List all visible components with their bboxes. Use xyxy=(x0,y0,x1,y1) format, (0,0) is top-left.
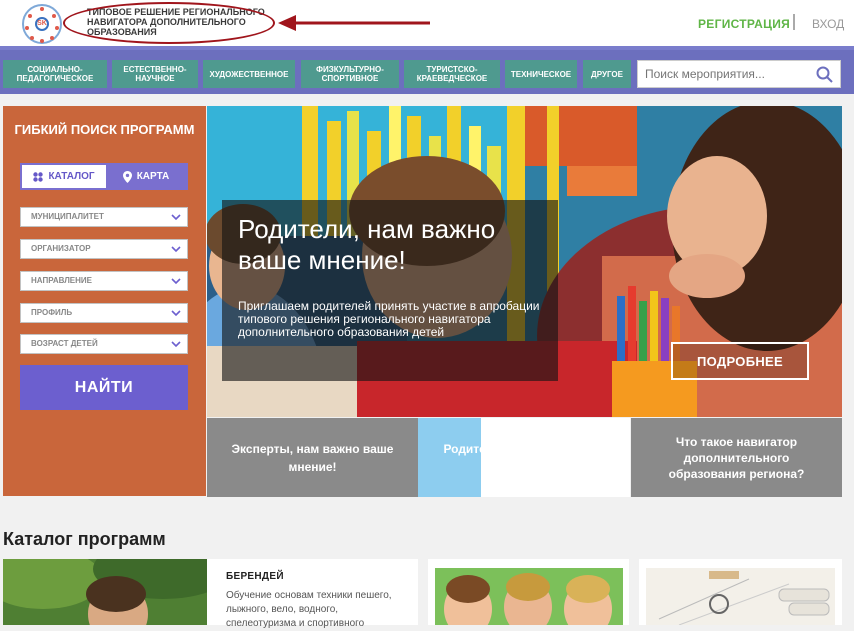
login-link[interactable]: ВХОД xyxy=(812,17,844,31)
tab-catalog[interactable]: КАТАЛОГ xyxy=(22,165,106,188)
logo-dot xyxy=(55,26,59,30)
organizer-label: ОРГАНИЗАТОР xyxy=(31,244,91,253)
logo-dot xyxy=(25,26,29,30)
hero-text: Приглашаем родителей принять участие в а… xyxy=(238,299,540,339)
annotation-oval xyxy=(63,2,275,44)
age-select[interactable]: ВОЗРАСТ ДЕТЕЙ xyxy=(20,334,188,354)
logo-dot xyxy=(28,14,32,18)
header-divider xyxy=(793,14,795,30)
profile-select[interactable]: ПРОФИЛЬ xyxy=(20,303,188,323)
more-button[interactable]: ПОДРОБНЕЕ xyxy=(671,342,809,380)
nav-item-technical[interactable]: ТЕХНИЧЕСКОЕ xyxy=(505,60,577,88)
chevron-down-icon xyxy=(171,310,181,317)
nav-item-science[interactable]: ЕСТЕСТВЕННО-НАУЧНОЕ xyxy=(112,60,198,88)
event-search xyxy=(637,60,841,88)
map-pin-icon xyxy=(122,170,132,183)
find-button[interactable]: НАЙТИ xyxy=(20,365,188,410)
site-header: SK ТИПОВОЕ РЕШЕНИЕ РЕГИОНАЛЬНОГО НАВИГАТ… xyxy=(0,0,854,46)
nav-item-other[interactable]: ДРУГОЕ xyxy=(583,60,631,88)
program-card-image xyxy=(428,559,629,625)
flexible-search-panel: ГИБКИЙ ПОИСК ПРОГРАММ КАТАЛОГ КАРТА МУНИ… xyxy=(3,106,206,496)
chevron-down-icon xyxy=(171,214,181,221)
tile-parents[interactable]: Родители, нам важно ваше мнение! xyxy=(418,418,630,497)
nav-item-social[interactable]: СОЦИАЛЬНО-ПЕДАГОГИЧЕСКОЕ xyxy=(3,60,107,88)
register-link[interactable]: РЕГИСТРАЦИЯ xyxy=(698,17,790,31)
nav-item-art[interactable]: ХУДОЖЕСТВЕННОЕ xyxy=(203,60,295,88)
tab-catalog-label: КАТАЛОГ xyxy=(48,171,95,182)
category-nav: СОЦИАЛЬНО-ПЕДАГОГИЧЕСКОЕ ЕСТЕСТВЕННО-НАУ… xyxy=(0,46,854,94)
nav-item-tourism[interactable]: ТУРИСТСКО-КРАЕВЕДЧЕСКОЕ xyxy=(404,60,500,88)
program-card-image xyxy=(639,559,842,625)
municipality-select[interactable]: МУНИЦИПАЛИТЕТ xyxy=(20,207,188,227)
chevron-down-icon xyxy=(171,246,181,253)
logo-mark: SK xyxy=(35,17,49,31)
program-card-image xyxy=(3,559,233,625)
profile-label: ПРОФИЛЬ xyxy=(31,308,73,317)
tile-about-navigator[interactable]: Что такое навигатор дополнительного обра… xyxy=(631,418,842,497)
annotation-arrow-icon xyxy=(278,15,430,31)
chevron-down-icon xyxy=(171,278,181,285)
logo-dot xyxy=(40,7,44,11)
organizer-select[interactable]: ОРГАНИЗАТОР xyxy=(20,239,188,259)
logo-dot xyxy=(40,39,44,43)
age-label: ВОЗРАСТ ДЕТЕЙ xyxy=(31,339,98,348)
tile-experts[interactable]: Эксперты, нам важно ваше мнение! xyxy=(207,418,418,497)
logo-dot xyxy=(30,36,34,40)
hero-title: Родители, нам важно ваше мнение! xyxy=(238,214,496,275)
tab-map-label: КАРТА xyxy=(136,171,170,182)
municipality-label: МУНИЦИПАЛИТЕТ xyxy=(31,212,104,221)
search-icon[interactable] xyxy=(816,66,833,83)
grid-icon xyxy=(33,171,44,182)
program-card-name[interactable]: БЕРЕНДЕЙ xyxy=(226,571,284,582)
catalog-title: Каталог программ xyxy=(3,529,166,549)
direction-select[interactable]: НАПРАВЛЕНИЕ xyxy=(20,271,188,291)
site-logo[interactable]: SK xyxy=(22,4,62,44)
nav-item-sport[interactable]: ФИЗКУЛЬТУРНО-СПОРТИВНОЕ xyxy=(301,60,399,88)
view-tabs: КАТАЛОГ КАРТА xyxy=(20,163,188,190)
tab-map[interactable]: КАРТА xyxy=(106,165,186,188)
logo-dot xyxy=(50,36,54,40)
chevron-down-icon xyxy=(171,341,181,348)
hero-caption: Родители, нам важно ваше мнение! Приглаш… xyxy=(222,200,558,381)
program-card[interactable] xyxy=(428,559,629,625)
program-card[interactable] xyxy=(639,559,842,625)
flexible-search-title: ГИБКИЙ ПОИСК ПРОГРАММ xyxy=(14,122,195,137)
direction-label: НАПРАВЛЕНИЕ xyxy=(31,276,92,285)
event-search-input[interactable] xyxy=(638,61,808,87)
logo-dot xyxy=(52,14,56,18)
